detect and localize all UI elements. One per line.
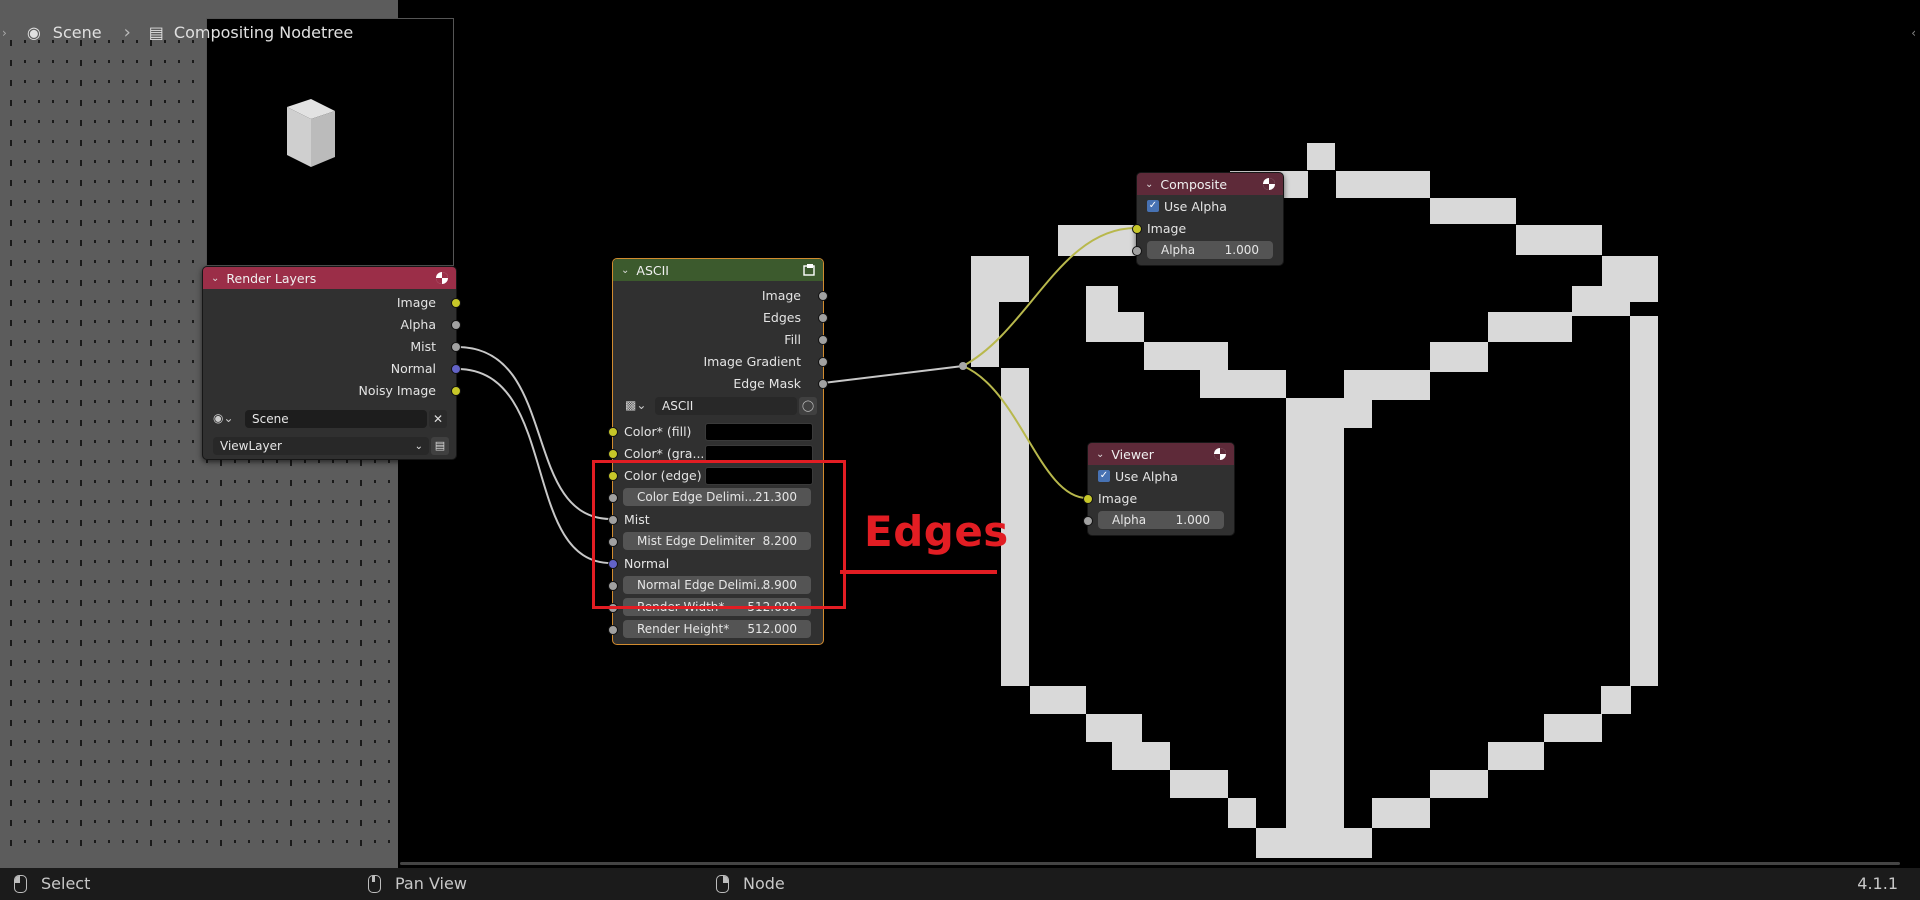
socket-out-edges[interactable] — [818, 313, 828, 323]
status-node: Node — [716, 874, 785, 893]
status-pan-view: Pan View — [368, 874, 467, 893]
socket-image[interactable] — [1083, 494, 1093, 504]
ascii-header[interactable]: ⌄ ASCII — [613, 259, 823, 281]
collapse-chevron-icon[interactable]: ⌄ — [621, 265, 629, 276]
scene-field[interactable]: Scene — [245, 410, 427, 428]
output-edge-mask: Edge Mask — [733, 375, 801, 391]
use-alpha-label: Use Alpha — [1164, 198, 1227, 214]
view-layer-select[interactable]: ViewLayer ⌄ — [213, 437, 429, 455]
scene-icon: ◉ — [26, 23, 41, 42]
horizontal-scrollbar[interactable] — [400, 862, 1900, 865]
render-icon — [1263, 178, 1275, 190]
group-type-icon[interactable]: ▩⌄ — [625, 398, 646, 412]
view-layer-browse-icon[interactable]: ▤ — [431, 437, 449, 455]
mouse-middle-icon — [368, 874, 381, 893]
output-mist: Mist — [410, 338, 436, 354]
output-image: Image — [396, 294, 436, 310]
clear-scene-icon[interactable]: ✕ — [429, 410, 447, 428]
status-select: Select — [14, 874, 90, 893]
socket-normal[interactable] — [451, 364, 461, 374]
composite-node[interactable]: ⌄ Composite ✓ Use Alpha Image Alpha 1.00… — [1132, 172, 1284, 266]
dropdown-chevron-icon: ⌄ — [414, 440, 423, 452]
alpha-field[interactable]: Alpha 1.000 — [1098, 511, 1224, 529]
output-normal: Normal — [390, 360, 436, 376]
socket-alpha[interactable] — [1083, 516, 1093, 526]
node-title: Render Layers — [226, 270, 317, 286]
socket-image[interactable] — [451, 298, 461, 308]
input-color-fill: Color* (fill) — [624, 423, 692, 439]
node-group-icon — [803, 264, 815, 276]
socket-alpha[interactable] — [1132, 246, 1142, 256]
socket-out-edge-mask[interactable] — [818, 379, 828, 389]
output-alpha: Alpha — [400, 316, 436, 332]
link-to-composite — [962, 227, 1137, 367]
node-title: ASCII — [636, 262, 669, 278]
version-label: 4.1.1 — [1857, 874, 1898, 893]
mouse-right-icon — [716, 874, 729, 893]
composite-header[interactable]: ⌄ Composite — [1137, 173, 1283, 195]
use-alpha-checkbox[interactable]: ✓ — [1098, 470, 1110, 482]
output-image: Image — [761, 287, 801, 303]
socket-out-image[interactable] — [818, 291, 828, 301]
node-editor-canvas[interactable]: ⌄ Render Layers Image Alpha Mist Normal … — [0, 0, 1920, 900]
socket-alpha[interactable] — [451, 320, 461, 330]
output-noisy-image: Noisy Image — [358, 382, 436, 398]
annotation-box — [592, 460, 846, 609]
socket-noisy-image[interactable] — [451, 386, 461, 396]
expand-chevron-icon[interactable]: › — [2, 26, 7, 40]
node-tree-icon: ▤ — [148, 23, 164, 42]
socket-color-gradient[interactable] — [608, 449, 618, 459]
annotation-label: Edges — [864, 507, 1009, 556]
collapse-chevron-icon[interactable]: ⌄ — [1145, 179, 1153, 190]
mouse-left-icon — [14, 874, 27, 893]
input-image: Image — [1147, 220, 1187, 236]
output-fill: Fill — [784, 331, 801, 347]
fake-user-shield-icon[interactable]: ◯ — [799, 397, 817, 415]
right-edge-chevron-icon[interactable]: ‹ — [1911, 26, 1916, 40]
collapse-chevron-icon[interactable]: ⌄ — [1096, 449, 1104, 460]
render-icon — [436, 272, 448, 284]
breadcrumb-separator-icon: › — [123, 22, 131, 43]
collapse-chevron-icon[interactable]: ⌄ — [211, 273, 219, 284]
reroute-dot — [959, 362, 967, 370]
render-layers-node[interactable]: ⌄ Render Layers Image Alpha Mist Normal … — [202, 266, 461, 460]
input-image: Image — [1098, 490, 1138, 506]
render-layers-header[interactable]: ⌄ Render Layers — [203, 267, 456, 289]
annotation-line — [840, 570, 997, 574]
output-image-gradient: Image Gradient — [703, 353, 801, 369]
status-bar: Select Pan View Node 4.1.1 — [0, 868, 1920, 900]
socket-render-height[interactable] — [608, 625, 618, 635]
scene-selector-icon[interactable]: ◉⌄ — [213, 411, 234, 425]
breadcrumb-scene[interactable]: Scene — [53, 23, 102, 42]
color-fill-swatch[interactable] — [705, 423, 813, 441]
render-preview — [206, 18, 454, 266]
socket-mist[interactable] — [451, 342, 461, 352]
link-edge-mask — [822, 365, 964, 384]
cube-preview-image — [287, 99, 335, 167]
render-icon — [1214, 448, 1226, 460]
output-edges: Edges — [763, 309, 801, 325]
node-title: Composite — [1160, 176, 1228, 192]
link-normal — [456, 368, 612, 564]
socket-out-fill[interactable] — [818, 335, 828, 345]
socket-out-image-gradient[interactable] — [818, 357, 828, 367]
socket-image[interactable] — [1132, 224, 1142, 234]
node-title: Viewer — [1111, 446, 1154, 462]
render-height-field[interactable]: Render Height* 512.000 — [623, 620, 811, 638]
viewer-node[interactable]: ⌄ Viewer ✓ Use Alpha Image Alpha 1.000 — [1083, 442, 1235, 536]
viewer-header[interactable]: ⌄ Viewer — [1088, 443, 1234, 465]
breadcrumb: › ◉ Scene › ▤ Compositing Nodetree — [0, 22, 353, 43]
alpha-field[interactable]: Alpha 1.000 — [1147, 241, 1273, 259]
socket-color-fill[interactable] — [608, 427, 618, 437]
group-name-field[interactable]: ASCII — [655, 397, 797, 415]
use-alpha-label: Use Alpha — [1115, 468, 1178, 484]
link-to-viewer — [962, 365, 1088, 499]
breadcrumb-nodetree[interactable]: Compositing Nodetree — [174, 23, 353, 42]
use-alpha-checkbox[interactable]: ✓ — [1147, 200, 1159, 212]
